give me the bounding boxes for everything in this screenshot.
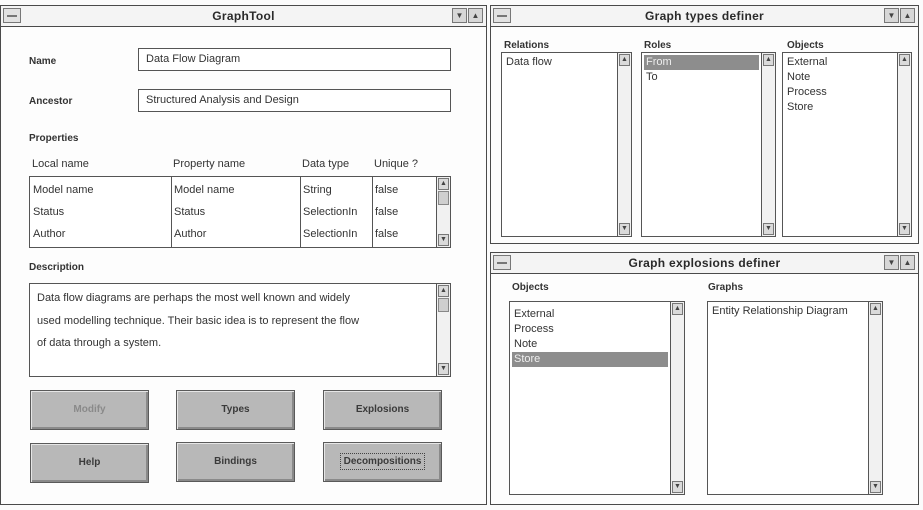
- description-textarea[interactable]: Data flow diagrams are perhaps the most …: [29, 283, 451, 377]
- table-cell: Author: [33, 228, 66, 240]
- objects-label: Objects: [512, 282, 549, 293]
- relations-scrollbar[interactable]: ▲ ▼: [617, 53, 631, 236]
- table-cell: Status: [33, 206, 65, 218]
- graphs-list[interactable]: Entity Relationship Diagram ▲ ▼: [707, 301, 883, 495]
- list-item[interactable]: Store: [785, 100, 895, 115]
- scroll-up-arrow-icon[interactable]: ▲: [438, 178, 449, 190]
- scroll-down-arrow-icon[interactable]: ▼: [672, 481, 683, 493]
- scroll-down-arrow-icon[interactable]: ▼: [870, 481, 881, 493]
- scroll-up-arrow-icon[interactable]: ▲: [672, 303, 683, 315]
- column-divider: [372, 177, 373, 247]
- list-item-selected[interactable]: Store: [512, 352, 668, 367]
- table-cell: String: [303, 184, 332, 196]
- table-cell: SelectionIn: [303, 206, 358, 218]
- ancestor-field[interactable]: Structured Analysis and Design: [138, 89, 451, 112]
- scroll-down-arrow-icon[interactable]: ▼: [619, 223, 630, 235]
- ancestor-label: Ancestor: [29, 96, 73, 107]
- roles-label: Roles: [644, 40, 672, 51]
- scroll-up-arrow-icon[interactable]: ▲: [619, 54, 630, 66]
- table-cell: false: [375, 206, 399, 218]
- column-header-property-name: Property name: [173, 158, 246, 170]
- decompositions-button[interactable]: Decompositions: [323, 442, 442, 482]
- description-scrollbar[interactable]: ▲ ▼: [436, 284, 450, 376]
- scroll-up-arrow-icon[interactable]: ▲: [438, 285, 449, 297]
- column-header-data-type: Data type: [302, 158, 350, 170]
- types-definer-titlebar[interactable]: Graph types definer ▼ ▲: [491, 6, 918, 27]
- scroll-up-arrow-icon[interactable]: ▲: [763, 54, 774, 66]
- scroll-up-arrow-icon[interactable]: ▲: [870, 303, 881, 315]
- graphs-scrollbar[interactable]: ▲ ▼: [868, 302, 882, 494]
- list-item[interactable]: Note: [785, 70, 895, 85]
- relations-list[interactable]: Data flow ▲ ▼: [501, 52, 632, 237]
- graph-explosions-definer-window: Graph explosions definer ▼ ▲ Objects Ext…: [490, 252, 919, 505]
- graph-types-definer-window: Graph types definer ▼ ▲ Relations Data f…: [490, 5, 919, 244]
- description-line: Data flow diagrams are perhaps the most …: [37, 292, 351, 304]
- name-label: Name: [29, 56, 57, 67]
- graphtool-window: GraphTool ▼ ▲ Name Data Flow Diagram Anc…: [0, 5, 487, 505]
- table-cell: false: [375, 184, 399, 196]
- window-title: Graph explosions definer: [628, 256, 781, 270]
- scroll-down-arrow-icon[interactable]: ▼: [438, 234, 449, 246]
- column-divider: [171, 177, 172, 247]
- modify-button[interactable]: Modify: [30, 390, 149, 430]
- list-item-selected[interactable]: From: [644, 55, 759, 70]
- graphs-label: Graphs: [708, 282, 744, 293]
- properties-table[interactable]: Model name Model name String false Statu…: [29, 176, 451, 248]
- window-title: GraphTool: [212, 9, 275, 23]
- objects-list[interactable]: External Note Process Store ▲ ▼: [782, 52, 912, 237]
- decompositions-button-label: Decompositions: [339, 453, 426, 470]
- list-item[interactable]: External: [512, 307, 668, 322]
- table-cell: Status: [174, 206, 206, 218]
- minimize-arrow-icon[interactable]: ▼: [452, 8, 467, 23]
- column-header-unique: Unique ?: [374, 158, 419, 170]
- column-header-local-name: Local name: [32, 158, 89, 170]
- window-title: Graph types definer: [644, 9, 765, 23]
- scroll-down-arrow-icon[interactable]: ▼: [899, 223, 910, 235]
- roles-scrollbar[interactable]: ▲ ▼: [761, 53, 775, 236]
- help-button[interactable]: Help: [30, 443, 149, 483]
- maximize-arrow-icon[interactable]: ▲: [468, 8, 483, 23]
- explosions-definer-titlebar[interactable]: Graph explosions definer ▼ ▲: [491, 253, 918, 274]
- properties-scrollbar[interactable]: ▲ ▼: [436, 177, 450, 247]
- list-item[interactable]: To: [644, 70, 759, 85]
- types-button[interactable]: Types: [176, 390, 295, 430]
- properties-label: Properties: [29, 133, 79, 144]
- explosions-button[interactable]: Explosions: [323, 390, 442, 430]
- scroll-up-arrow-icon[interactable]: ▲: [899, 54, 910, 66]
- list-item[interactable]: Process: [512, 322, 668, 337]
- scroll-down-arrow-icon[interactable]: ▼: [763, 223, 774, 235]
- name-field[interactable]: Data Flow Diagram: [138, 48, 451, 71]
- description-line: used modelling technique. Their basic id…: [37, 315, 360, 327]
- table-cell: false: [375, 228, 399, 240]
- explosion-objects-list[interactable]: External Process Note Store ▲ ▼: [509, 301, 685, 495]
- objects-scrollbar[interactable]: ▲ ▼: [897, 53, 911, 236]
- maximize-arrow-icon[interactable]: ▲: [900, 8, 915, 23]
- list-item[interactable]: Data flow: [504, 55, 615, 70]
- minimize-arrow-icon[interactable]: ▼: [884, 255, 899, 270]
- column-divider: [300, 177, 301, 247]
- scroll-thumb[interactable]: [438, 191, 449, 205]
- description-label: Description: [29, 262, 85, 273]
- list-item[interactable]: External: [785, 55, 895, 70]
- table-cell: SelectionIn: [303, 228, 358, 240]
- table-cell: Author: [174, 228, 207, 240]
- relations-label: Relations: [504, 40, 550, 51]
- list-item[interactable]: Note: [512, 337, 668, 352]
- minimize-arrow-icon[interactable]: ▼: [884, 8, 899, 23]
- graphtool-titlebar[interactable]: GraphTool ▼ ▲: [1, 6, 486, 27]
- maximize-arrow-icon[interactable]: ▲: [900, 255, 915, 270]
- table-cell: Model name: [33, 184, 94, 196]
- list-item[interactable]: Entity Relationship Diagram: [710, 304, 866, 319]
- list-item[interactable]: Process: [785, 85, 895, 100]
- table-cell: Model name: [174, 184, 235, 196]
- roles-list[interactable]: From To ▲ ▼: [641, 52, 776, 237]
- objects-label: Objects: [787, 40, 824, 51]
- scroll-thumb[interactable]: [438, 298, 449, 312]
- description-line: of data through a system.: [37, 337, 162, 349]
- explosion-objects-scrollbar[interactable]: ▲ ▼: [670, 302, 684, 494]
- bindings-button[interactable]: Bindings: [176, 442, 295, 482]
- scroll-down-arrow-icon[interactable]: ▼: [438, 363, 449, 375]
